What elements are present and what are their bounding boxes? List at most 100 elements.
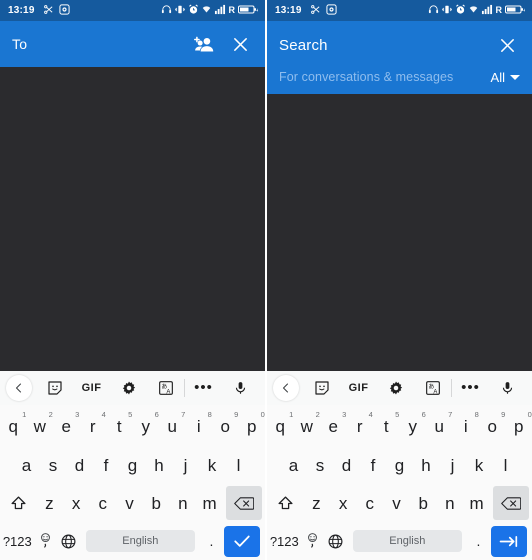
microphone-icon[interactable] [489,371,526,405]
key-y[interactable]: 6y [133,407,160,446]
key-b[interactable]: b [410,484,437,522]
key-letter: h [154,455,164,475]
chevron-left-icon[interactable] [6,375,32,401]
key-i[interactable]: 8i [186,407,213,446]
more-dots-icon[interactable]: ••• [452,371,489,405]
key-j[interactable]: j [439,446,466,484]
key-letter: x [71,493,81,513]
key-d[interactable]: d [333,446,360,484]
sticker-face-icon[interactable] [36,371,73,405]
key-t[interactable]: 5t [106,407,133,446]
key-n[interactable]: n [437,484,464,522]
key-e[interactable]: 3e [320,407,347,446]
key-h[interactable]: h [413,446,440,484]
key-period[interactable]: . [201,522,222,560]
key-g[interactable]: g [119,446,146,484]
key-p[interactable]: 0p [239,407,266,446]
to-field-label[interactable]: To [12,36,27,52]
chevron-left-icon[interactable] [273,375,299,401]
key-r[interactable]: 4r [347,407,374,446]
key-a[interactable]: a [280,446,307,484]
keyboard-row-1: 1q 2w 3e 4r 5t 6y 7u 8i 9o 0p [267,407,532,446]
key-d[interactable]: d [66,446,93,484]
key-h[interactable]: h [146,446,173,484]
translate-icon[interactable]: あA [147,371,184,405]
key-u[interactable]: 7u [159,407,186,446]
key-o[interactable]: 9o [212,407,239,446]
charging-battery-icon: + [505,2,526,20]
symbols-key[interactable]: ?123 [267,522,302,560]
tab-next-icon[interactable] [491,525,528,557]
shift-arrow-icon[interactable] [267,484,303,522]
key-q[interactable]: 1q [0,407,27,446]
backspace-icon[interactable] [225,486,263,520]
translate-icon[interactable]: あA [414,371,451,405]
key-f[interactable]: f [93,446,120,484]
key-x[interactable]: x [63,484,90,522]
gear-icon[interactable] [377,371,414,405]
backspace-icon[interactable] [492,486,530,520]
key-s[interactable]: s [307,446,334,484]
key-r[interactable]: 4r [80,407,107,446]
key-u[interactable]: 7u [426,407,453,446]
more-dots-icon[interactable]: ••• [185,371,222,405]
gif-label: GIF [348,382,369,394]
key-a[interactable]: a [13,446,40,484]
search-filter-dropdown[interactable]: All [491,70,520,85]
gif-button[interactable]: GIF [73,371,110,405]
key-z[interactable]: z [303,484,330,522]
key-letter: k [474,455,484,475]
key-l[interactable]: l [225,446,252,484]
key-v[interactable]: v [383,484,410,522]
language-globe-icon[interactable] [324,522,347,560]
emoji-comma-icon[interactable] [302,522,325,560]
search-input[interactable]: Search [279,37,328,54]
check-icon[interactable] [224,525,261,557]
key-l[interactable]: l [492,446,519,484]
key-q[interactable]: 1q [267,407,294,446]
key-c[interactable]: c [89,484,116,522]
microphone-icon[interactable] [222,371,259,405]
space-language-label: English [389,535,426,547]
symbols-key[interactable]: ?123 [0,522,35,560]
shift-arrow-icon[interactable] [0,484,36,522]
key-y[interactable]: 6y [400,407,427,446]
gif-button[interactable]: GIF [340,371,377,405]
key-x[interactable]: x [330,484,357,522]
key-k[interactable]: k [466,446,493,484]
dual-screenshot-container: 13:19 R To GIF あ A ••• 1 q 2 w 3 e 4 r 5… [0,0,532,560]
close-icon[interactable] [227,31,253,57]
add-person-icon[interactable] [191,31,217,57]
key-m[interactable]: m [196,484,223,522]
key-m[interactable]: m [463,484,490,522]
sticker-face-icon[interactable] [303,371,340,405]
space-bar[interactable]: English [352,530,462,552]
key-t[interactable]: 5t [373,407,400,446]
key-p[interactable]: 0p [506,407,532,446]
space-bar[interactable]: English [85,530,195,552]
key-w[interactable]: 2w [294,407,321,446]
language-globe-icon[interactable] [57,522,80,560]
key-period[interactable]: . [468,522,489,560]
key-z[interactable]: z [36,484,63,522]
key-e[interactable]: 3e [53,407,80,446]
key-i[interactable]: 8i [453,407,480,446]
close-icon[interactable] [494,32,520,58]
key-g[interactable]: g [386,446,413,484]
key-n[interactable]: n [170,484,197,522]
emoji-comma-icon[interactable] [35,522,58,560]
key-b[interactable]: b [143,484,170,522]
key-c[interactable]: c [356,484,383,522]
key-j[interactable]: j [172,446,199,484]
key-letter: a [288,455,299,475]
key-v[interactable]: v [116,484,143,522]
gear-icon[interactable] [110,371,147,405]
key-o[interactable]: 9o [479,407,506,446]
key-w[interactable]: 2w [27,407,54,446]
left-conversation-body [0,67,265,371]
key-f[interactable]: f [360,446,387,484]
key-letter: d [341,455,352,475]
key-s[interactable]: s [40,446,67,484]
left-app-header: To [0,21,265,67]
key-k[interactable]: k [199,446,226,484]
